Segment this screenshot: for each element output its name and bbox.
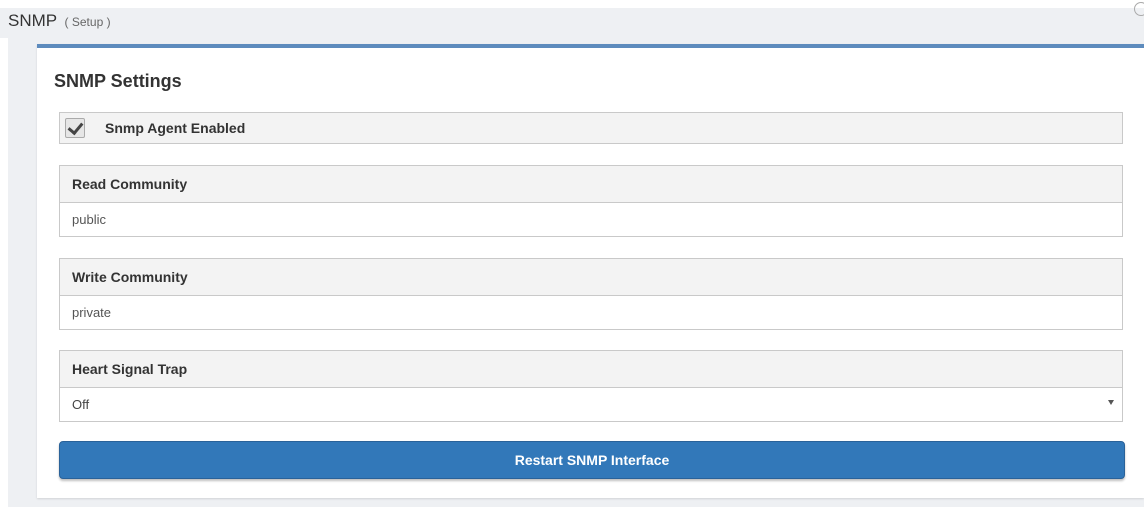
heart-signal-trap-label: Heart Signal Trap bbox=[72, 361, 188, 377]
heart-signal-trap-value: Off bbox=[72, 397, 90, 412]
heart-signal-trap-select[interactable]: Off bbox=[60, 388, 1122, 421]
window-control-icon[interactable] bbox=[1134, 2, 1144, 16]
page-title: SNMP ( Setup ) bbox=[8, 11, 111, 31]
snmp-agent-checkbox[interactable] bbox=[65, 118, 85, 138]
read-community-header: Read Community bbox=[60, 166, 1122, 203]
read-community-input[interactable] bbox=[60, 203, 1122, 236]
snmp-settings-panel: SNMP Settings Snmp Agent Enabled Read Co… bbox=[37, 44, 1144, 498]
write-community-field: Write Community bbox=[59, 258, 1123, 330]
page-subtitle: ( Setup ) bbox=[64, 15, 111, 29]
panel-title: SNMP Settings bbox=[54, 71, 182, 91]
snmp-agent-label: Snmp Agent Enabled bbox=[105, 120, 246, 136]
heart-signal-trap-field: Heart Signal Trap Off bbox=[59, 350, 1123, 422]
restart-snmp-button[interactable]: Restart SNMP Interface bbox=[59, 441, 1125, 479]
read-community-label: Read Community bbox=[72, 176, 188, 192]
checkmark-icon bbox=[67, 118, 84, 136]
snmp-agent-row[interactable]: Snmp Agent Enabled bbox=[59, 112, 1123, 144]
write-community-header: Write Community bbox=[60, 259, 1122, 296]
write-community-input[interactable] bbox=[60, 296, 1122, 329]
write-community-label: Write Community bbox=[72, 269, 188, 285]
top-bar bbox=[0, 8, 1144, 38]
chevron-down-icon bbox=[1108, 400, 1114, 405]
read-community-field: Read Community bbox=[59, 165, 1123, 237]
page-title-text: SNMP bbox=[8, 11, 57, 30]
heart-signal-trap-header: Heart Signal Trap bbox=[60, 351, 1122, 388]
